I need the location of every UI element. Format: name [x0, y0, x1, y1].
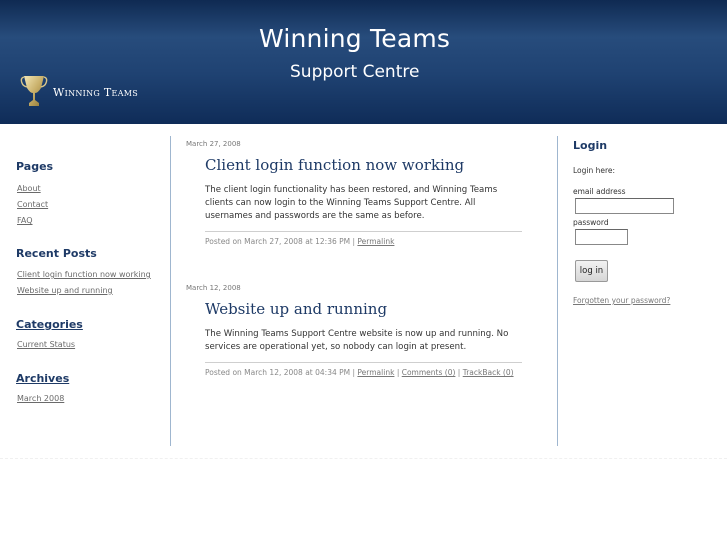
trophy-icon [20, 76, 48, 106]
pages-list: About Contact FAQ [17, 181, 166, 229]
post-body: The client login functionality has been … [205, 185, 498, 221]
post-date: March 12, 2008 [186, 284, 241, 292]
email-field[interactable] [575, 198, 674, 214]
post-date: March 27, 2008 [186, 140, 241, 148]
footer-divider [0, 458, 727, 459]
post-body: The Winning Teams Support Centre website… [205, 329, 509, 352]
list-item: Client login function now working [17, 267, 166, 283]
sidebar-link-faq[interactable]: FAQ [17, 216, 33, 225]
blog-post: March 27, 2008 Client login function now… [186, 140, 526, 246]
archives-heading[interactable]: Archives [16, 372, 166, 385]
pages-heading: Pages [16, 160, 54, 173]
email-label: email address [573, 187, 626, 196]
recent-posts-list: Client login function now working Websit… [17, 267, 166, 299]
categories-list: Current Status [17, 337, 166, 353]
login-intro: Login here: [573, 166, 616, 175]
list-item: Current Status [17, 337, 166, 353]
permalink-link[interactable]: Permalink [357, 368, 394, 377]
list-item: Contact [17, 197, 166, 213]
left-sidebar: Pages About Contact FAQ Recent Posts Cli… [16, 160, 166, 407]
list-item: About [17, 181, 166, 197]
post-divider [205, 362, 522, 363]
post-meta-text: Posted on March 27, 2008 at 12:36 PM | [205, 237, 356, 246]
login-heading: Login [573, 139, 608, 152]
list-item: Website up and running [17, 283, 166, 299]
recent-post-link[interactable]: Website up and running [17, 286, 113, 295]
post-title-link[interactable]: Client login function now working [205, 156, 526, 174]
column-divider-left [170, 136, 171, 446]
archives-list: March 2008 [17, 391, 166, 407]
list-item: March 2008 [17, 391, 166, 407]
meta-separator: | [457, 368, 461, 377]
list-item: FAQ [17, 213, 166, 229]
post-meta: Posted on March 12, 2008 at 04:34 PM | P… [205, 368, 526, 377]
post-meta-text: Posted on March 12, 2008 at 04:34 PM | [205, 368, 356, 377]
login-panel: Login Login here: email address password… [573, 139, 723, 305]
recent-posts-heading: Recent Posts [16, 247, 97, 260]
password-field[interactable] [575, 229, 628, 245]
post-title-link[interactable]: Website up and running [205, 300, 526, 318]
logo-text: Winning Teams [53, 86, 139, 99]
blog-post: March 12, 2008 Website up and running Th… [186, 284, 526, 377]
forgot-password-link[interactable]: Forgotten your password? [573, 296, 723, 305]
permalink-link[interactable]: Permalink [357, 237, 394, 246]
sidebar-link-about[interactable]: About [17, 184, 41, 193]
post-meta: Posted on March 27, 2008 at 12:36 PM | P… [205, 237, 526, 246]
post-divider [205, 231, 522, 232]
site-header: Winning Teams Support Centre Winning Tea… [0, 0, 727, 124]
login-button[interactable]: log in [575, 260, 608, 282]
categories-heading[interactable]: Categories [16, 318, 166, 331]
archive-link-march-2008[interactable]: March 2008 [17, 394, 64, 403]
trackback-link[interactable]: TrackBack (0) [463, 368, 514, 377]
sidebar-link-contact[interactable]: Contact [17, 200, 48, 209]
recent-post-link[interactable]: Client login function now working [17, 270, 151, 279]
password-label: password [573, 218, 609, 227]
column-divider-right [557, 136, 558, 446]
comments-link[interactable]: Comments (0) [402, 368, 456, 377]
meta-separator: | [396, 368, 400, 377]
category-link-current-status[interactable]: Current Status [17, 340, 75, 349]
